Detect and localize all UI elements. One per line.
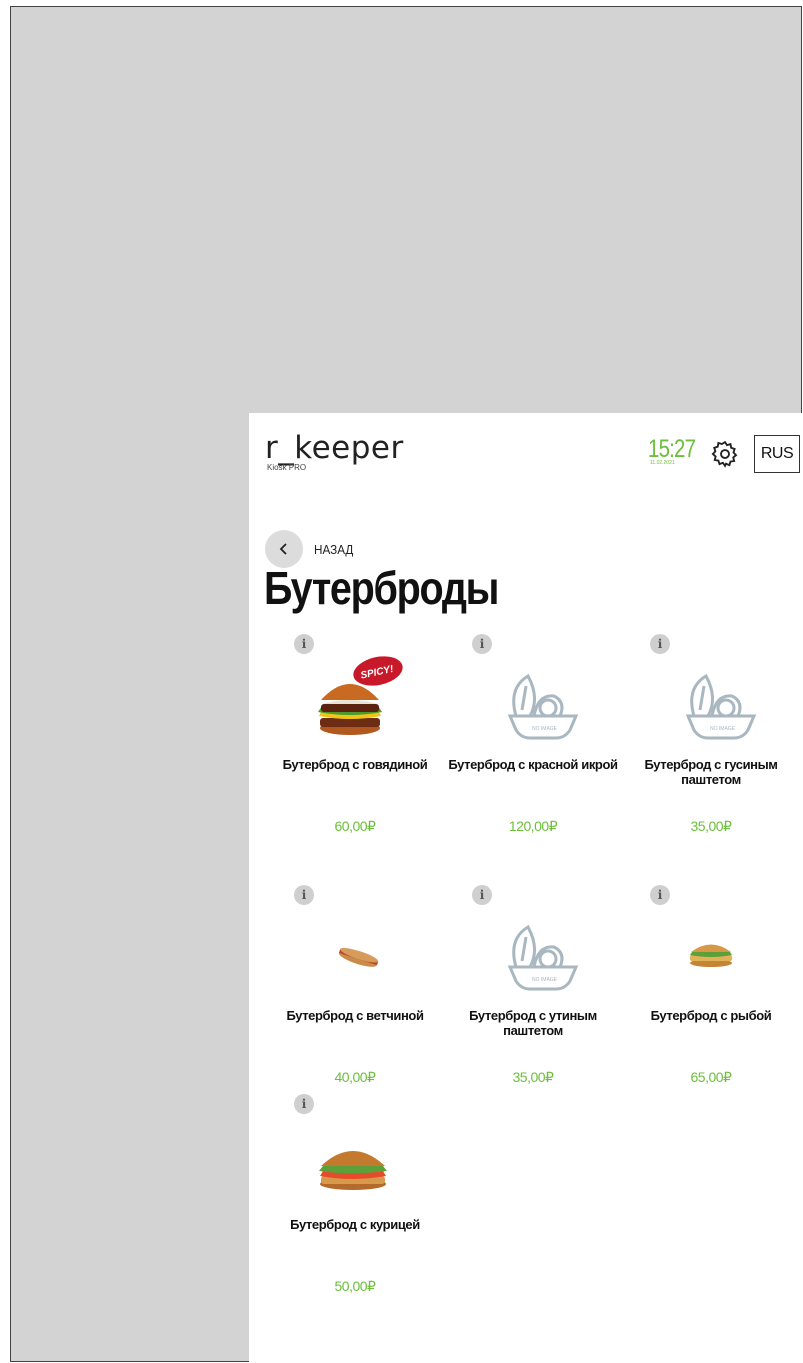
item-name: Бутерброд с говядиной	[282, 757, 428, 772]
item-price: 60,00₽	[334, 818, 376, 834]
fish-burger-image	[646, 899, 776, 999]
page-title: Бутерброды	[264, 562, 499, 614]
item-name: Бутерброд с курицей	[290, 1217, 420, 1232]
placeholder-text: NO IMAGE	[532, 726, 558, 732]
sandwich-image	[290, 899, 420, 999]
chicken-burger-image	[290, 1108, 420, 1208]
kiosk-screen: r_keeper Kiosk PRO 15:27 11.02.2021 RUS …	[249, 413, 803, 1363]
clock-time: 15:27	[648, 435, 696, 463]
item-price: 65,00₽	[690, 1069, 732, 1085]
no-image-placeholder-icon: NO IMAGE	[468, 648, 598, 748]
clock: 15:27 11.02.2021	[648, 435, 704, 466]
back-label: НАЗАД	[314, 541, 354, 557]
placeholder-text: NO IMAGE	[532, 977, 558, 983]
item-price: 35,00₽	[512, 1069, 554, 1085]
item-name: Бутерброд с рыбой	[650, 1008, 772, 1023]
menu-item-card[interactable]: i NO IMAGE Бутерброд с красной икрой 120…	[445, 628, 621, 843]
menu-item-card[interactable]: i NO IMAGE Бутерброд с гусиным паштетом …	[623, 628, 799, 843]
gear-icon[interactable]	[710, 439, 740, 469]
menu-item-card[interactable]: i Бутерброд с курицей 50,00₽	[267, 1088, 443, 1303]
menu-item-card[interactable]: i Бутерброд с рыбой 65,00₽	[623, 879, 799, 1094]
menu-item-card[interactable]: i Бутерброд с ветчиной 40,00₽	[267, 879, 443, 1094]
no-image-placeholder-icon: NO IMAGE	[468, 899, 598, 999]
language-button[interactable]: RUS	[754, 435, 800, 473]
no-image-placeholder-icon: NO IMAGE	[646, 648, 776, 748]
item-name: Бутерброд с гусиным паштетом	[644, 757, 778, 787]
menu-item-card[interactable]: i NO IMAGE Бутерброд с утиным паштетом 3…	[445, 879, 621, 1094]
item-name: Бутерброд с красной икрой	[448, 757, 618, 772]
placeholder-text: NO IMAGE	[710, 726, 736, 732]
item-price: 120,00₽	[508, 818, 558, 834]
item-price: 40,00₽	[334, 1069, 376, 1085]
menu-item-card[interactable]: i SPICY! Бутерброд с говядиной 60,00₽	[267, 628, 443, 843]
brand-name: r_keeper	[265, 430, 404, 466]
item-name: Бутерброд с ветчиной	[286, 1008, 424, 1023]
burger-image: SPICY!	[290, 648, 420, 748]
item-price: 50,00₽	[334, 1278, 376, 1294]
logo: r_keeper Kiosk PRO	[265, 431, 404, 472]
item-price: 35,00₽	[690, 818, 732, 834]
item-name: Бутерброд с утиным паштетом	[469, 1008, 597, 1038]
